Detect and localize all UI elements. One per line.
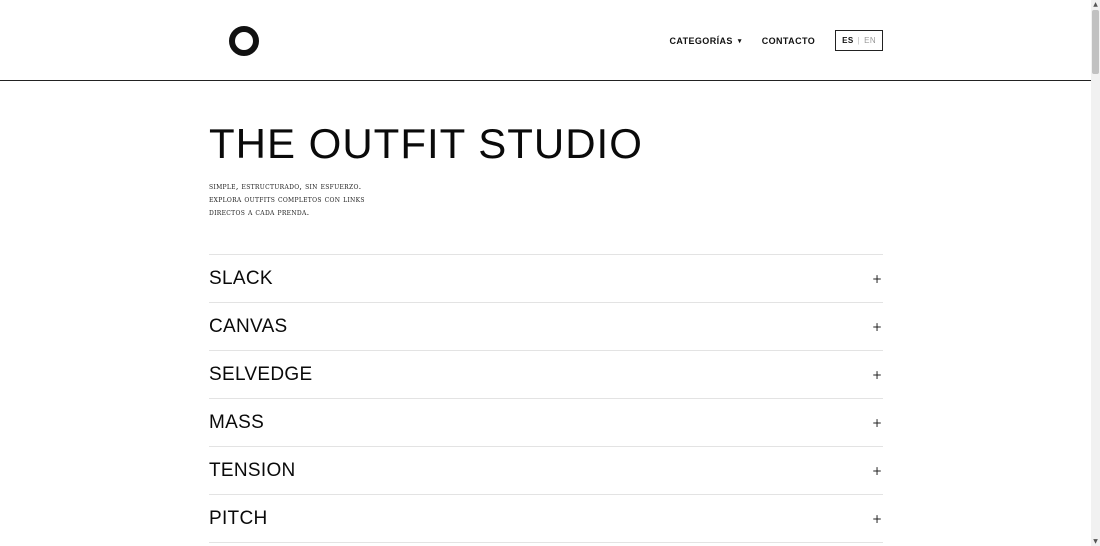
scrollbar-thumb[interactable] — [1092, 10, 1099, 74]
category-accordion: SLACK + CANVAS + SELVEDGE + MASS + TENSI… — [209, 254, 883, 543]
accordion-label: SELVEDGE — [209, 363, 313, 385]
site-header: CATEGORÍAS ▾ CONTACTO ES | EN — [0, 0, 1091, 81]
accordion-label: TENSION — [209, 459, 296, 481]
plus-icon[interactable]: + — [872, 416, 883, 430]
plus-icon[interactable]: + — [872, 320, 883, 334]
page-title: THE OUTFIT STUDIO — [209, 120, 643, 167]
nav-contact[interactable]: CONTACTO — [762, 36, 815, 46]
lang-separator: | — [857, 36, 861, 45]
nav-contact-label: CONTACTO — [761, 35, 816, 46]
accordion-item-tension[interactable]: TENSION + — [209, 447, 883, 495]
description-line: directos a cada prenda. — [209, 208, 310, 217]
chevron-down-icon: ▾ — [737, 37, 742, 45]
plus-icon[interactable]: + — [872, 368, 883, 382]
accordion-item-selvedge[interactable]: SELVEDGE + — [209, 351, 883, 399]
lang-es[interactable]: ES — [842, 36, 853, 45]
nav-categories[interactable]: CATEGORÍAS ▾ — [669, 36, 741, 46]
vertical-scrollbar[interactable]: ▲ ▼ — [1091, 0, 1100, 546]
description-line: simple, estructurado, sin esfuerzo. — [209, 182, 362, 191]
nav-categories-label: CATEGORÍAS — [669, 35, 733, 46]
page-description: simple, estructurado, sin esfuerzo. expl… — [209, 180, 409, 219]
plus-icon[interactable]: + — [872, 512, 883, 526]
accordion-label: PITCH — [209, 507, 268, 529]
accordion-item-pitch[interactable]: PITCH + — [209, 495, 883, 543]
description-line: explora outfits completos con links — [209, 195, 365, 204]
lang-en[interactable]: EN — [864, 36, 876, 45]
accordion-label: MASS — [209, 411, 265, 433]
scroll-up-icon[interactable]: ▲ — [1091, 0, 1100, 9]
plus-icon[interactable]: + — [872, 464, 883, 478]
accordion-label: SLACK — [209, 267, 273, 289]
accordion-label: CANVAS — [209, 315, 288, 337]
language-switcher: ES | EN — [835, 30, 883, 51]
main-nav: CATEGORÍAS ▾ CONTACTO ES | EN — [669, 30, 883, 51]
accordion-item-canvas[interactable]: CANVAS + — [209, 303, 883, 351]
circle-logo-icon[interactable] — [229, 26, 259, 56]
plus-icon[interactable]: + — [872, 272, 883, 286]
accordion-item-mass[interactable]: MASS + — [209, 399, 883, 447]
scroll-down-icon[interactable]: ▼ — [1091, 537, 1100, 546]
accordion-item-slack[interactable]: SLACK + — [209, 255, 883, 303]
